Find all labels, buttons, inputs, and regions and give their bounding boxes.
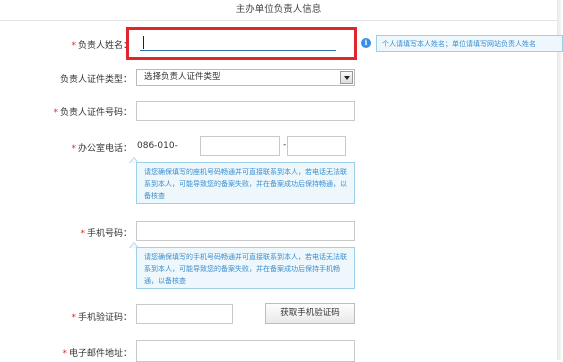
sms-code-input[interactable]: [136, 304, 233, 324]
sms-code-label: * 手机验证码：: [71, 313, 132, 323]
office-phone-input[interactable]: [200, 136, 280, 156]
id-type-select[interactable]: 选择负责人证件类型: [136, 69, 355, 86]
highlight-box: [126, 27, 357, 60]
office-phone-label: * 办公室电话：: [71, 144, 132, 154]
id-type-selected: 选择负责人证件类型: [144, 72, 221, 82]
section-title: 主办单位负责人信息: [0, 0, 557, 21]
id-number-input[interactable]: [136, 101, 355, 121]
chevron-down-icon[interactable]: [340, 71, 353, 84]
phone-separator: -: [283, 140, 287, 150]
name-tip: 个人请填写本人姓名；单位请填写网站负责人姓名: [376, 35, 563, 52]
email-input[interactable]: [136, 340, 355, 362]
phone-extension-input[interactable]: [287, 136, 346, 156]
email-label: * 电子邮件地址：: [62, 349, 132, 359]
get-sms-code-button[interactable]: 获取手机验证码: [265, 303, 355, 324]
info-icon: i: [361, 38, 371, 48]
mobile-input[interactable]: [136, 221, 355, 241]
panel-shadow: [557, 0, 563, 360]
name-label: * 负责人姓名：: [71, 41, 132, 51]
office-phone-tip: 请您确保填写的座机号码畅通并可直接联系到本人，若电话无法联系到本人，可能导致您的…: [136, 162, 355, 204]
mobile-tip: 请您确保填写的手机号码畅通并可直接联系到本人，若电话无法联系到本人，可能导致您的…: [136, 247, 355, 289]
id-number-label: * 负责人证件号码：: [53, 108, 132, 118]
mobile-label: * 手机号码：: [80, 229, 132, 239]
phone-prefix: 086-010-: [137, 141, 178, 151]
required-mark: *: [71, 41, 76, 51]
id-type-label: 负责人证件类型：: [59, 75, 132, 85]
